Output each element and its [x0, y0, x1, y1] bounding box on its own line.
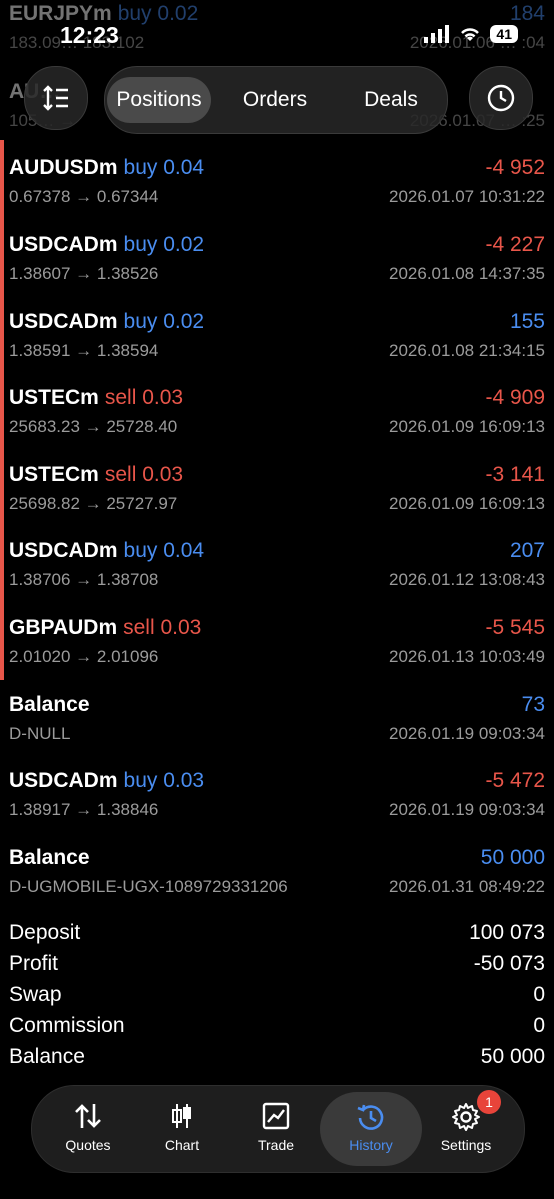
summary-deposit: Deposit 100 073	[9, 921, 545, 944]
history-summary: Deposit 100 073 Profit -50 073 Swap 0 Commi…	[0, 918, 554, 1073]
prices: 1.38591 → 1.38594	[9, 341, 159, 360]
status-icons: 41	[424, 25, 518, 43]
time: 2026.01.09 16:09:13	[389, 417, 545, 436]
time: 2026.01.08 14:37:35	[389, 264, 545, 283]
history-row[interactable]: USDCADm buy 0.02 155 1.38591 → 1.38594 20…	[0, 304, 554, 380]
prices: 25683.23 → 25728.40	[9, 417, 178, 436]
symbol: Balance	[9, 693, 90, 716]
symbol: USDCADm buy 0.02	[9, 233, 205, 256]
profit: -4 952	[485, 156, 545, 179]
nav-chart[interactable]: Chart	[136, 1092, 228, 1166]
time: 2026.01.07 10:31:22	[389, 187, 545, 206]
nav-history[interactable]: History	[320, 1092, 422, 1166]
time: 2026.01.12 13:08:43	[389, 570, 545, 589]
comment: D-NULL	[9, 724, 71, 743]
symbol: AUDUSDm buy 0.04	[9, 156, 205, 179]
prices: 0.67378 → 0.67344	[9, 187, 159, 206]
symbol: Balance	[9, 846, 90, 869]
profit: 155	[509, 310, 545, 333]
time: 2026.01.31 08:49:22	[389, 877, 545, 896]
tab-orders[interactable]: Orders	[225, 77, 325, 123]
summary-profit: Profit -50 073	[9, 952, 545, 975]
profit: 73	[521, 693, 545, 716]
sort-button[interactable]	[24, 66, 88, 130]
symbol: USTECm sell 0.03	[9, 386, 184, 409]
history-row[interactable]: USDCADm buy 0.02 -4 227 1.38607 → 1.38526…	[0, 227, 554, 303]
sort-icon	[43, 85, 68, 111]
tab-deals[interactable]: Deals	[341, 77, 441, 123]
history-row[interactable]: USDCADm buy 0.03 -5 472 1.38917 → 1.38846…	[0, 763, 554, 839]
profit: 207	[509, 539, 545, 562]
prices: 1.38917 → 1.38846	[9, 800, 159, 819]
time: 2026.01.08 21:34:15	[389, 341, 545, 360]
settings-notification-badge: 1	[477, 1090, 501, 1114]
summary-swap: Swap 0	[9, 983, 545, 1006]
symbol: GBPAUDm sell 0.03	[9, 616, 202, 639]
prices: 1.38706 → 1.38708	[9, 570, 159, 589]
profit: -3 141	[485, 463, 545, 486]
comment: D-UGMOBILE-UGX-1089729331206	[9, 877, 288, 896]
symbol: USDCADm buy 0.03	[9, 769, 205, 792]
nav-quotes[interactable]: Quotes	[42, 1092, 134, 1166]
quotes-icon	[75, 1104, 101, 1128]
profit: 184	[509, 2, 545, 25]
signal-icon	[424, 25, 450, 43]
profit: -5 472	[485, 769, 545, 792]
gear-icon	[452, 1103, 480, 1131]
history-row[interactable]: GBPAUDm sell 0.03 -5 545 2.01020 → 2.0109…	[0, 610, 554, 686]
summary-commission: Commission 0	[9, 1014, 545, 1037]
history-row[interactable]: USTECm sell 0.03 -3 141 25698.82 → 25727.…	[0, 457, 554, 533]
history-icon	[357, 1104, 384, 1130]
symbol: USDCADm buy 0.02	[9, 310, 205, 333]
nav-history-label: History	[349, 1137, 393, 1153]
nav-trade-label: Trade	[257, 1137, 295, 1153]
history-tab-bar: Positions Orders Deals	[104, 66, 448, 134]
prices: 2.01020 → 2.01096	[9, 647, 159, 666]
symbol: USDCADm buy 0.04	[9, 539, 205, 562]
time: 2026.01.13 10:03:49	[389, 647, 545, 666]
bottom-navigation: Quotes Chart Trade History Settings	[31, 1085, 525, 1173]
history-row[interactable]: AUDUSDm buy 0.04 -4 952 0.67378 → 0.67344…	[0, 150, 554, 226]
nav-settings-label: Settings	[440, 1137, 492, 1153]
profit: 50 000	[480, 846, 545, 869]
history-row[interactable]: Balance 50 000 D-UGMOBILE-UGX-1089729331…	[0, 840, 554, 916]
time: 2026.01.19 09:03:34	[389, 800, 545, 819]
wifi-icon	[461, 28, 480, 41]
profit: -5 545	[485, 616, 545, 639]
time: 2026.01.09 16:09:13	[389, 494, 545, 513]
trade-icon	[262, 1102, 290, 1130]
profit: -4 227	[485, 233, 545, 256]
summary-balance: Balance 50 000	[9, 1045, 545, 1068]
history-row[interactable]: USTECm sell 0.03 -4 909 25683.23 → 25728.…	[0, 380, 554, 456]
tab-positions[interactable]: Positions	[107, 77, 211, 123]
battery-indicator: 41	[490, 25, 518, 43]
symbol: USTECm sell 0.03	[9, 463, 184, 486]
period-button[interactable]	[469, 66, 533, 130]
status-time: 12:23	[60, 22, 119, 48]
history-row[interactable]: Balance 73 D-NULL 2026.01.19 09:03:34	[0, 687, 554, 763]
prices: 25698.82 → 25727.97	[9, 494, 178, 513]
nav-chart-label: Chart	[164, 1137, 200, 1153]
nav-trade[interactable]: Trade	[230, 1092, 322, 1166]
clock-icon	[487, 84, 515, 112]
profit: -4 909	[485, 386, 545, 409]
candlestick-icon	[172, 1104, 191, 1128]
nav-quotes-label: Quotes	[65, 1137, 111, 1153]
prices: 1.38607 → 1.38526	[9, 264, 159, 283]
time: 2026.01.19 09:03:34	[389, 724, 545, 743]
history-row[interactable]: USDCADm buy 0.04 207 1.38706 → 1.38708 20…	[0, 533, 554, 609]
